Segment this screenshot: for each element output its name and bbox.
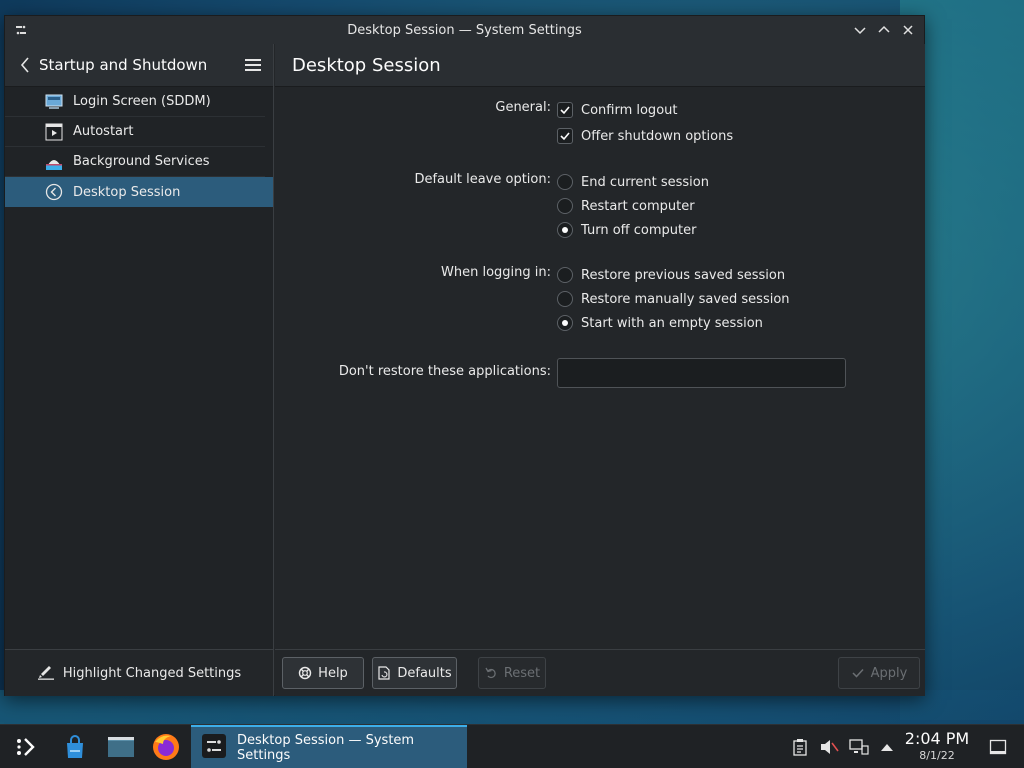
clock-time: 2:04 PM bbox=[904, 729, 970, 748]
titlebar[interactable]: Desktop Session — System Settings bbox=[5, 16, 924, 44]
file-manager-icon[interactable] bbox=[103, 725, 139, 768]
autostart-icon bbox=[45, 123, 63, 141]
reset-label: Reset bbox=[503, 665, 541, 681]
sidebar: Startup and Shutdown Login Screen (SDDM)… bbox=[5, 44, 274, 696]
radio-selected-icon[interactable] bbox=[557, 222, 573, 238]
reset-button[interactable]: Reset bbox=[478, 657, 546, 689]
apply-button[interactable]: Apply bbox=[838, 657, 920, 689]
option-label: Offer shutdown options bbox=[581, 128, 734, 144]
sidebar-item-desktop-session[interactable]: Desktop Session bbox=[5, 177, 273, 207]
back-arrow-icon[interactable] bbox=[15, 55, 35, 75]
tray-expand-arrow-icon[interactable] bbox=[877, 737, 897, 757]
end-session-radio[interactable]: End current session bbox=[557, 171, 709, 193]
checkbox-checked-icon[interactable] bbox=[557, 102, 573, 118]
maximize-icon[interactable] bbox=[874, 20, 894, 40]
option-label: Restart computer bbox=[581, 198, 695, 214]
radio-unselected-icon[interactable] bbox=[557, 267, 573, 283]
highlight-changed-settings-button[interactable]: Highlight Changed Settings bbox=[5, 649, 273, 696]
highlight-changed-label: Highlight Changed Settings bbox=[62, 665, 242, 681]
defaults-button[interactable]: Defaults bbox=[372, 657, 457, 689]
main-panel: Desktop Session General: Confirm logout … bbox=[275, 44, 925, 696]
turn-off-computer-radio[interactable]: Turn off computer bbox=[557, 219, 696, 241]
window-title: Desktop Session — System Settings bbox=[347, 22, 582, 38]
sidebar-title: Startup and Shutdown bbox=[39, 56, 208, 74]
services-icon bbox=[45, 153, 63, 171]
apply-label: Apply bbox=[870, 665, 908, 681]
checkbox-checked-icon[interactable] bbox=[557, 128, 573, 144]
application-launcher-icon[interactable] bbox=[10, 725, 42, 768]
show-desktop-icon[interactable] bbox=[988, 737, 1008, 757]
system-settings-icon bbox=[201, 733, 227, 763]
radio-unselected-icon[interactable] bbox=[557, 291, 573, 307]
firefox-icon[interactable] bbox=[148, 725, 184, 768]
general-label: General: bbox=[495, 100, 551, 115]
option-label: Restore previous saved session bbox=[581, 267, 786, 283]
network-wired-icon[interactable] bbox=[849, 737, 869, 757]
restart-computer-radio[interactable]: Restart computer bbox=[557, 195, 695, 217]
help-lifebuoy-icon bbox=[298, 666, 312, 680]
sidebar-item-label: Login Screen (SDDM) bbox=[73, 94, 211, 109]
sidebar-item-label: Background Services bbox=[73, 154, 210, 169]
option-label: End current session bbox=[581, 174, 709, 190]
task-label: Desktop Session — System Settings bbox=[237, 733, 415, 763]
volume-muted-icon[interactable] bbox=[819, 737, 839, 757]
minimize-icon[interactable] bbox=[850, 20, 870, 40]
sidebar-item-background-services[interactable]: Background Services bbox=[5, 147, 265, 177]
exclude-apps-input[interactable] bbox=[557, 358, 846, 388]
close-icon[interactable] bbox=[898, 20, 918, 40]
settings-window: Desktop Session — System Settings Startu… bbox=[4, 15, 925, 696]
monitor-icon bbox=[45, 93, 63, 111]
option-label: Turn off computer bbox=[581, 222, 697, 238]
option-label: Start with an empty session bbox=[581, 315, 763, 331]
clipboard-icon[interactable] bbox=[790, 737, 810, 757]
help-button[interactable]: Help bbox=[282, 657, 364, 689]
taskbar-task-system-settings[interactable]: Desktop Session — System Settings bbox=[191, 725, 467, 768]
radio-unselected-icon[interactable] bbox=[557, 174, 573, 190]
clock[interactable]: 2:04 PM 8/1/22 bbox=[902, 729, 972, 763]
highlighter-icon bbox=[37, 662, 55, 684]
taskbar: Desktop Session — System Settings 2:04 P… bbox=[0, 724, 1024, 768]
option-label: Restore manually saved session bbox=[581, 291, 790, 307]
radio-unselected-icon[interactable] bbox=[557, 198, 573, 214]
confirm-logout-checkbox[interactable]: Confirm logout bbox=[557, 99, 677, 121]
sidebar-item-login-screen[interactable]: Login Screen (SDDM) bbox=[5, 87, 265, 117]
session-icon bbox=[45, 183, 63, 201]
option-label: Confirm logout bbox=[581, 102, 678, 118]
restore-manual-radio[interactable]: Restore manually saved session bbox=[557, 288, 790, 310]
document-defaults-icon bbox=[377, 666, 391, 680]
restore-previous-radio[interactable]: Restore previous saved session bbox=[557, 264, 785, 286]
logging-in-label: When logging in: bbox=[441, 265, 551, 280]
system-settings-icon[interactable] bbox=[13, 22, 29, 38]
sidebar-item-label: Desktop Session bbox=[73, 184, 181, 200]
discover-store-icon[interactable] bbox=[57, 725, 93, 768]
sidebar-item-autostart[interactable]: Autostart bbox=[5, 117, 265, 147]
sidebar-item-label: Autostart bbox=[73, 124, 134, 139]
defaults-label: Defaults bbox=[397, 665, 452, 681]
radio-selected-icon[interactable] bbox=[557, 315, 573, 331]
exclude-apps-label: Don't restore these applications: bbox=[338, 364, 551, 379]
button-bar: Help Defaults Reset Apply bbox=[275, 649, 925, 696]
page-title: Desktop Session bbox=[292, 54, 441, 76]
default-leave-label: Default leave option: bbox=[414, 172, 551, 187]
hamburger-menu-icon[interactable] bbox=[243, 55, 263, 75]
main-header: Desktop Session bbox=[275, 44, 925, 87]
offer-shutdown-checkbox[interactable]: Offer shutdown options bbox=[557, 125, 733, 147]
undo-icon bbox=[484, 666, 498, 680]
sidebar-header: Startup and Shutdown bbox=[5, 44, 273, 87]
help-label: Help bbox=[318, 665, 348, 681]
checkmark-icon bbox=[851, 666, 865, 680]
empty-session-radio[interactable]: Start with an empty session bbox=[557, 312, 763, 334]
clock-date: 8/1/22 bbox=[919, 749, 955, 762]
